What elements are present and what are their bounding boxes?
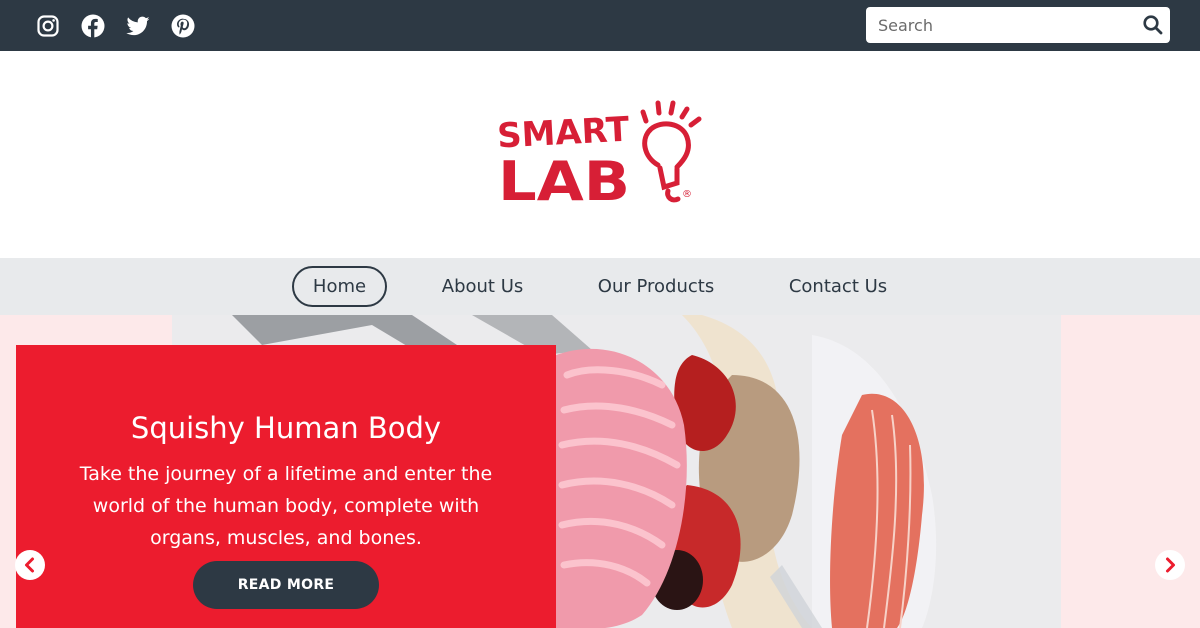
nav-item-contact-us[interactable]: Contact Us [775, 266, 901, 307]
social-links [36, 0, 195, 51]
nav-item-about-us[interactable]: About Us [425, 266, 540, 307]
site-header: SMART LAB ® [0, 51, 1200, 258]
smart-lab-logo[interactable]: SMART LAB ® [494, 99, 708, 213]
slide-card: Squishy Human Body Take the journey of a… [16, 345, 556, 628]
nav-item-home[interactable]: Home [292, 266, 387, 307]
read-more-button[interactable]: READ MORE [193, 561, 379, 609]
lightbulb-icon [640, 100, 702, 203]
main-nav: Home About Us Our Products Contact Us [0, 258, 1200, 315]
slider-next-button[interactable] [1155, 550, 1185, 580]
slide-description: Take the journey of a lifetime and enter… [79, 463, 493, 549]
search-input[interactable] [866, 7, 1136, 43]
logo-text-lab: LAB [498, 150, 630, 211]
pinterest-icon[interactable] [171, 14, 195, 38]
search-box [866, 7, 1170, 43]
slider-prev-button[interactable] [15, 550, 45, 580]
top-bar [0, 0, 1200, 51]
nav-item-our-products[interactable]: Our Products [588, 266, 724, 307]
chevron-left-icon [25, 557, 34, 573]
hero-slider: Squishy Human Body Take the journey of a… [0, 315, 1200, 628]
facebook-icon[interactable] [81, 14, 105, 38]
twitter-icon[interactable] [126, 14, 150, 38]
search-icon[interactable] [1142, 14, 1164, 36]
registered-mark: ® [682, 189, 692, 200]
slide-title: Squishy Human Body [130, 411, 442, 445]
instagram-icon[interactable] [36, 14, 60, 38]
chevron-right-icon [1166, 557, 1175, 573]
